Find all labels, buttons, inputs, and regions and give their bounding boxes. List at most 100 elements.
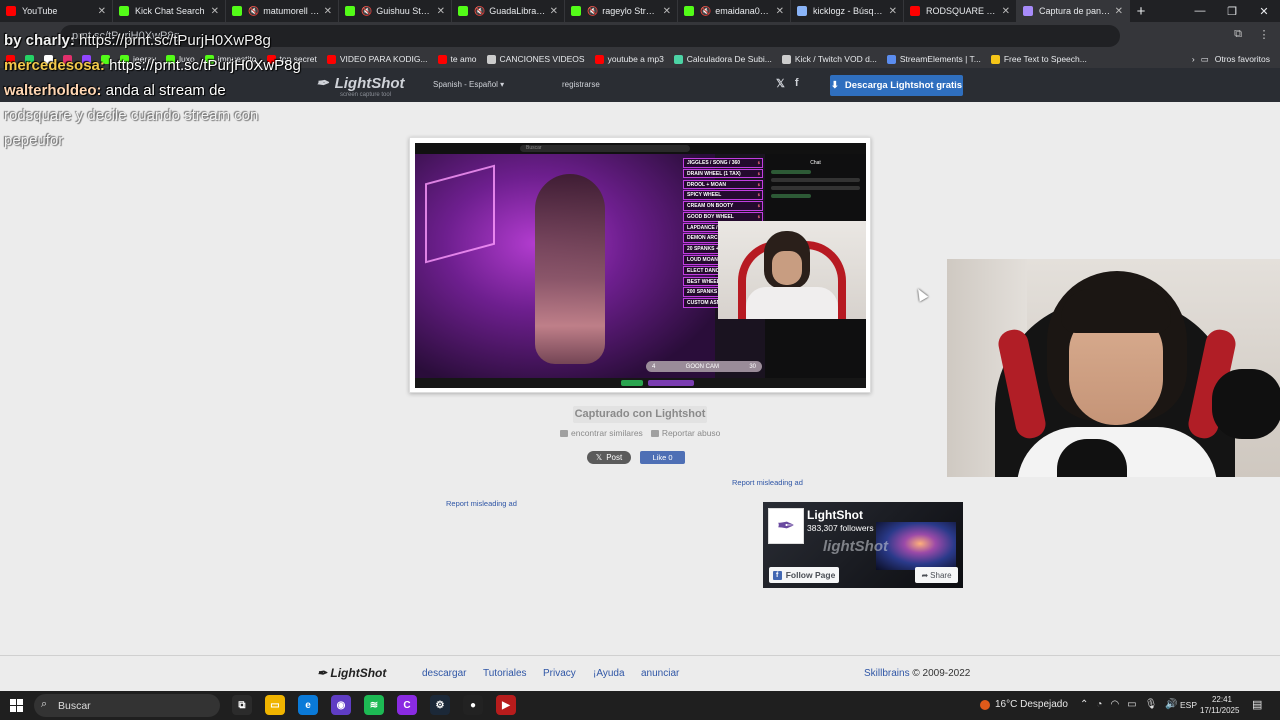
bookmark[interactable]: Kick / Twitch VOD d... xyxy=(781,54,877,64)
tab[interactable]: 🔇 emaidana09 Stream ✕ xyxy=(678,0,791,22)
language-indicator[interactable]: ESP xyxy=(1180,700,1197,710)
edge-icon[interactable]: e xyxy=(298,695,318,715)
footer-link-tutorials[interactable]: Tutoriales xyxy=(483,668,527,679)
chevron-down-icon: ▾ xyxy=(500,80,505,89)
new-tab-button[interactable]: + xyxy=(1130,0,1152,22)
tab[interactable]: kicklogz - Búsqueda ✕ xyxy=(791,0,904,22)
wifi-icon[interactable]: ◠ xyxy=(1110,699,1119,710)
download-label: Descarga Lightshot gratis xyxy=(844,80,963,91)
bookmark[interactable]: Calculadora De Subi... xyxy=(673,54,772,64)
close-tab-icon[interactable]: ✕ xyxy=(776,6,784,17)
footer-link-download[interactable]: descargar xyxy=(422,668,466,679)
tab-title: Kick Chat Search xyxy=(135,6,205,16)
find-similar-link[interactable]: encontrar similares xyxy=(560,428,643,438)
bookmark[interactable]: CANCIONES VIDEOS xyxy=(486,54,585,64)
page-name[interactable]: LightShot xyxy=(807,508,863,522)
footer-link-help[interactable]: ¡Ayuda xyxy=(593,668,625,679)
task-view-icon[interactable]: ⧉ xyxy=(232,695,252,715)
close-tab-icon[interactable]: ✕ xyxy=(550,6,558,17)
tip-menu-price: $ xyxy=(757,170,760,176)
mute-icon[interactable]: 🔇 xyxy=(474,6,485,17)
other-bookmarks[interactable]: › ▭ Otros favoritos xyxy=(1192,50,1270,68)
mute-icon[interactable]: 🔇 xyxy=(248,6,259,17)
facebook-icon[interactable]: f xyxy=(795,77,799,90)
lightshot-logo[interactable]: ✒ LightShot screen capture tool xyxy=(316,74,405,99)
close-tab-icon[interactable]: ✕ xyxy=(98,6,106,17)
shot-chat-line xyxy=(771,170,812,174)
close-tab-icon[interactable]: ✕ xyxy=(1115,6,1123,17)
file-explorer-icon[interactable]: ▭ xyxy=(265,695,285,715)
other-bookmarks-label: Otros favoritos xyxy=(1214,54,1270,64)
windows-start-icon[interactable] xyxy=(10,699,23,712)
notification-icon[interactable]: ▤ xyxy=(1252,698,1266,712)
close-tab-icon[interactable]: ✕ xyxy=(437,6,445,17)
menu-icon[interactable]: ⋮ xyxy=(1256,26,1272,42)
follow-page-button[interactable]: f Follow Page xyxy=(769,567,839,583)
register-link[interactable]: registrarse xyxy=(562,80,600,89)
capcut-icon[interactable]: C xyxy=(397,695,417,715)
language-selector[interactable]: Spanish - Español ▾ xyxy=(433,80,504,89)
bookmark-favicon-icon xyxy=(594,54,604,64)
image-actions: encontrar similares Reportar abuso xyxy=(560,428,740,438)
extensions-icon[interactable]: ⧉ xyxy=(1230,26,1246,42)
tip-menu-price: $ xyxy=(757,203,760,209)
fb-like-button[interactable]: Like 0 xyxy=(640,451,685,464)
close-tab-icon[interactable]: ✕ xyxy=(1002,6,1010,17)
report-abuse-link[interactable]: Reportar abuso xyxy=(650,428,720,438)
bookmark[interactable]: StreamElements | T... xyxy=(886,54,981,64)
mute-icon[interactable]: 🔇 xyxy=(700,6,711,17)
bookmark[interactable]: youtube a mp3 xyxy=(594,54,664,64)
report-ad-link-right[interactable]: Report misleading ad xyxy=(732,478,803,487)
footer-logo[interactable]: ✒ LightShot xyxy=(317,666,386,680)
tab[interactable]: 🔇 GuadaLibrandi ✕ xyxy=(452,0,565,22)
shirt xyxy=(746,287,838,319)
volume-icon[interactable]: 🔊 xyxy=(1165,699,1177,710)
restore-icon[interactable]: ❐ xyxy=(1216,0,1248,22)
close-window-icon[interactable]: ✕ xyxy=(1248,0,1280,22)
weather-widget[interactable]: 16°C Despejado xyxy=(980,699,1068,710)
clock[interactable]: 22:41 17/11/2025 xyxy=(1200,694,1239,716)
close-tab-icon[interactable]: ✕ xyxy=(211,6,219,17)
mute-icon[interactable]: 🔇 xyxy=(361,6,372,17)
bookmark-favicon-icon xyxy=(781,54,791,64)
footer-link-advertise[interactable]: anunciar xyxy=(641,668,679,679)
tab[interactable]: YouTube ✕ xyxy=(0,0,113,22)
chevron-up-icon[interactable]: ⌃ xyxy=(1080,699,1088,710)
toolbar-icons: ⧉ ⋮ xyxy=(1230,26,1272,42)
tab[interactable]: 🔇 rageylo Stream ✕ xyxy=(565,0,678,22)
close-tab-icon[interactable]: ✕ xyxy=(663,6,671,17)
tab[interactable]: 🔇 Guishuu Stream ✕ xyxy=(339,0,452,22)
bookmark[interactable]: VIDEO PARA KODIG... xyxy=(326,54,428,64)
bookmark[interactable]: Free Text to Speech... xyxy=(990,54,1087,64)
skillbrains-link[interactable]: Skillbrains xyxy=(864,668,910,679)
page-avatar[interactable]: ✒ xyxy=(768,508,804,544)
tab-title: rageylo Stream xyxy=(602,6,659,16)
tab[interactable]: Kick Chat Search ✕ xyxy=(113,0,226,22)
mic-icon[interactable]: 🎙 xyxy=(1145,699,1158,710)
tab[interactable]: 🔇 matumorell Stream ✕ xyxy=(226,0,339,22)
close-tab-icon[interactable]: ✕ xyxy=(324,6,332,17)
browser-icon[interactable]: ◉ xyxy=(331,695,351,715)
bookmark[interactable]: te amo xyxy=(437,54,477,64)
obs-icon[interactable]: ● xyxy=(463,695,483,715)
footer-link-privacy[interactable]: Privacy xyxy=(543,668,576,679)
close-tab-icon[interactable]: ✕ xyxy=(889,6,897,17)
mute-icon[interactable]: 🔇 xyxy=(587,6,598,17)
tab[interactable]: RODSQUARE TROLO ✕ xyxy=(904,0,1017,22)
taskbar-search[interactable]: ⌕ Buscar xyxy=(34,694,220,717)
battery-icon[interactable]: ▭ xyxy=(1127,699,1136,710)
network-icon[interactable]: ◔ xyxy=(1096,699,1102,710)
tab-title: GuadaLibrandi xyxy=(489,6,546,16)
report-ad-link-left[interactable]: Report misleading ad xyxy=(446,499,517,508)
chevron-right-icon[interactable]: › xyxy=(1192,54,1195,64)
twitter-icon[interactable]: 𝕏 xyxy=(776,77,785,90)
tab[interactable]: Captura de pantalla ✕ xyxy=(1017,0,1130,22)
spotify-icon[interactable]: ≋ xyxy=(364,695,384,715)
download-button[interactable]: ⬇ Descarga Lightshot gratis xyxy=(830,75,963,96)
steam-icon[interactable]: ⚙ xyxy=(430,695,450,715)
video-app-icon[interactable]: ▶ xyxy=(496,695,516,715)
x-post-button[interactable]: 𝕏 Post xyxy=(587,451,631,464)
share-button[interactable]: ➦ Share xyxy=(915,567,958,583)
tab-favicon-icon xyxy=(6,6,16,16)
minimize-icon[interactable]: — xyxy=(1184,0,1216,22)
